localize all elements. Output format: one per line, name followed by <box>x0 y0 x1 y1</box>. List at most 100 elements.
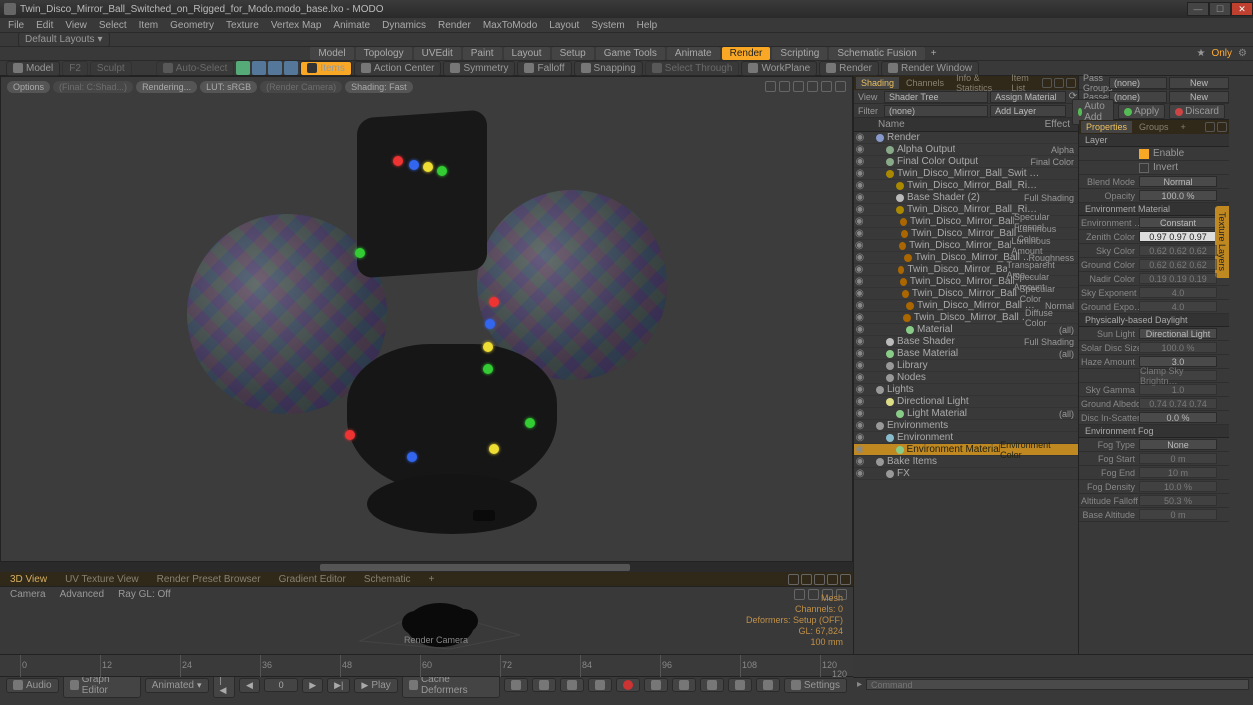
command-input[interactable] <box>866 679 1249 690</box>
eye-icon[interactable]: ◉ <box>854 372 866 383</box>
f2-button[interactable]: F2 <box>62 61 88 76</box>
gear-icon[interactable]: ⚙ <box>1238 48 1247 59</box>
eye-icon[interactable]: ◉ <box>854 468 866 479</box>
eye-icon[interactable]: ◉ <box>854 276 865 287</box>
tree-row[interactable]: ◉Base ShaderFull Shading <box>854 336 1078 348</box>
prop-value[interactable]: 0.97 0.97 0.97 <box>1139 231 1217 242</box>
prop-value[interactable]: 10 m <box>1139 467 1217 478</box>
vp-icon-3[interactable] <box>793 81 804 92</box>
menu-maxtomodo[interactable]: MaxToModo <box>483 20 537 31</box>
tree-row[interactable]: ◉Twin_Disco_Mirror_Ball_Ri… <box>854 180 1078 192</box>
tree-row[interactable]: ◉Render <box>854 132 1078 144</box>
subtab-icon-e[interactable] <box>840 574 851 585</box>
eye-icon[interactable]: ◉ <box>854 300 866 311</box>
anim-icon-9[interactable] <box>756 678 780 692</box>
menu-animate[interactable]: Animate <box>333 20 370 31</box>
eye-icon[interactable]: ◉ <box>854 240 864 251</box>
vp-chip-3[interactable]: LUT: sRGB <box>200 81 257 93</box>
menu-dynamics[interactable]: Dynamics <box>382 20 426 31</box>
play-button[interactable]: ▶ Play <box>354 678 397 693</box>
star-icon[interactable]: ★ <box>1197 48 1206 59</box>
menu-item[interactable]: Item <box>139 20 158 31</box>
cam-ray-gl--off[interactable]: Ray GL: Off <box>118 589 171 600</box>
mid-icon-a[interactable] <box>1042 78 1052 88</box>
eye-icon[interactable]: ◉ <box>854 324 866 335</box>
action-center-button[interactable]: Action Center <box>354 61 442 76</box>
menu-layout[interactable]: Layout <box>549 20 579 31</box>
symmetry-button[interactable]: Symmetry <box>443 61 515 76</box>
viewport-scrollbar[interactable] <box>0 562 853 572</box>
eye-icon[interactable]: ◉ <box>854 180 866 191</box>
layout-tab-animate[interactable]: Animate <box>667 47 720 60</box>
anim-icon-8[interactable] <box>728 678 752 692</box>
cam-camera[interactable]: Camera <box>10 589 46 600</box>
prop-icon-a[interactable] <box>1205 122 1215 132</box>
sel-icon-4[interactable] <box>284 61 298 75</box>
auto-select-button[interactable]: Auto-Select <box>156 61 235 76</box>
snapping-button[interactable]: Snapping <box>574 61 643 76</box>
prop-value[interactable]: 0 m <box>1139 509 1217 520</box>
vp-icon-1[interactable] <box>765 81 776 92</box>
subtab-schematic[interactable]: Schematic <box>356 573 419 586</box>
apply-button[interactable]: Apply <box>1118 104 1165 119</box>
tree-row[interactable]: ◉Twin_Disco_Mirror_Ball …Diffuse Color <box>854 312 1078 324</box>
tree-row[interactable]: ◉Base Material(all) <box>854 348 1078 360</box>
eye-icon[interactable]: ◉ <box>854 144 866 155</box>
prop-icon-b[interactable] <box>1217 122 1227 132</box>
eye-icon[interactable]: ◉ <box>854 264 864 275</box>
subtab-icon-d[interactable] <box>827 574 838 585</box>
vp-chip-5[interactable]: Shading: Fast <box>345 81 413 93</box>
anim-icon-2[interactable] <box>532 678 556 692</box>
eye-icon[interactable]: ◉ <box>854 396 866 407</box>
filter-select[interactable]: (none) <box>884 105 988 117</box>
eye-icon[interactable]: ◉ <box>854 192 866 203</box>
prop-value[interactable]: 0.62 0.62 0.62 <box>1139 259 1217 270</box>
only-label[interactable]: Only <box>1211 48 1232 59</box>
passgroups-new-button[interactable]: New <box>1169 77 1229 89</box>
subtab-gradient-editor[interactable]: Gradient Editor <box>271 573 354 586</box>
view-select[interactable]: Shader Tree <box>884 91 988 103</box>
add-prop-tab[interactable]: + <box>1176 121 1191 133</box>
eye-icon[interactable]: ◉ <box>854 420 866 431</box>
render-viewport[interactable]: Options(Final: C:Shad...)Rendering...LUT… <box>0 76 853 562</box>
texture-layers-tab[interactable]: Texture Layers <box>1215 206 1229 278</box>
layout-tab-model[interactable]: Model <box>310 47 353 60</box>
prop-value[interactable]: 100.0 % <box>1139 190 1217 201</box>
cam-advanced[interactable]: Advanced <box>60 589 104 600</box>
menu-help[interactable]: Help <box>637 20 658 31</box>
tree-row[interactable]: ◉Light Material(all) <box>854 408 1078 420</box>
eye-icon[interactable]: ◉ <box>854 444 866 455</box>
menu-system[interactable]: System <box>591 20 624 31</box>
layout-tab-paint[interactable]: Paint <box>463 47 502 60</box>
eye-icon[interactable]: ◉ <box>854 132 866 143</box>
shader-tree[interactable]: ◉Render◉Alpha OutputAlpha◉Final Color Ou… <box>854 132 1078 654</box>
eye-icon[interactable]: ◉ <box>854 252 866 263</box>
timeline[interactable]: 01224364860728496108120120 Audio Graph E… <box>0 654 853 691</box>
tree-row[interactable]: ◉Twin_Disco_Mirror_Ball_Swit … <box>854 168 1078 180</box>
subtab-icon-b[interactable] <box>801 574 812 585</box>
audio-button[interactable]: Audio <box>6 678 59 693</box>
layout-tab-layout[interactable]: Layout <box>504 47 550 60</box>
menu-texture[interactable]: Texture <box>226 20 259 31</box>
tree-row[interactable]: ◉Environments <box>854 420 1078 432</box>
last-frame-button[interactable]: ▶| <box>327 678 350 693</box>
tree-row[interactable]: ◉FX <box>854 468 1078 480</box>
falloff-button[interactable]: Falloff <box>517 61 571 76</box>
tree-row[interactable]: ◉Base Shader (2)Full Shading <box>854 192 1078 204</box>
prop-value[interactable]: Constant <box>1139 217 1217 228</box>
subtab-icon-c[interactable] <box>814 574 825 585</box>
eye-icon[interactable]: ◉ <box>854 408 866 419</box>
tree-row[interactable]: ◉Alpha OutputAlpha <box>854 144 1078 156</box>
prop-value[interactable]: 0.19 0.19 0.19 <box>1139 273 1217 284</box>
default-layouts-button[interactable]: Default Layouts ▾ <box>18 32 110 47</box>
menu-vertex-map[interactable]: Vertex Map <box>271 20 322 31</box>
anim-icon-6[interactable] <box>672 678 696 692</box>
eye-icon[interactable]: ◉ <box>854 348 866 359</box>
layout-tab-render[interactable]: Render <box>722 47 771 60</box>
tree-row[interactable]: ◉Twin_Disco_Mirror_Ball …Specular Color <box>854 288 1078 300</box>
add-subtab-button[interactable]: + <box>421 573 443 586</box>
animated-select[interactable]: Animated ▾ <box>145 678 209 693</box>
prop-value[interactable]: 10.0 % <box>1139 481 1217 492</box>
vp-icon-2[interactable] <box>779 81 790 92</box>
layout-tab-schematic-fusion[interactable]: Schematic Fusion <box>829 47 924 60</box>
